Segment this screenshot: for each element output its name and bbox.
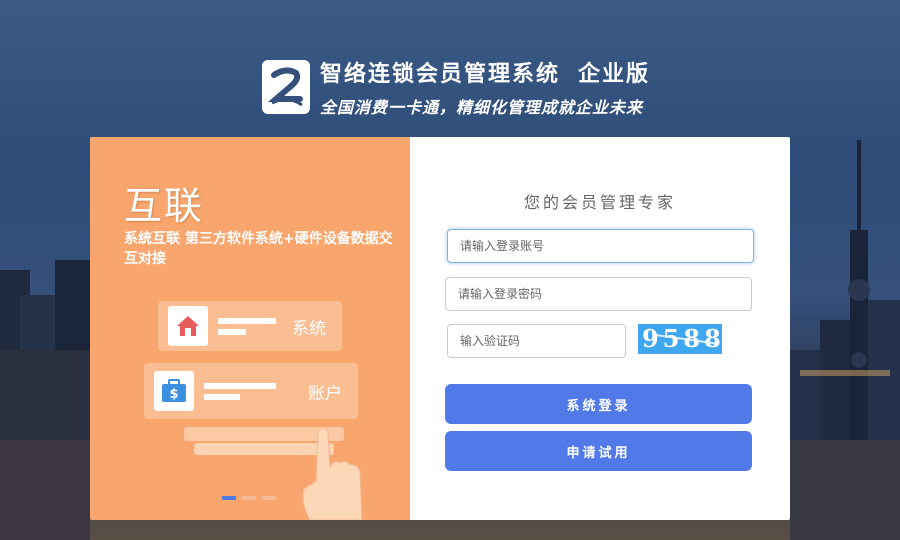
app-title: 智络连锁会员管理系统 xyxy=(320,62,561,87)
login-card: 互联 系统互联 第三方软件系统+硬件设备数据交互对接 系统 $ 账户 您的会员管… xyxy=(90,137,790,520)
wallet-icon-box: $ xyxy=(154,371,194,411)
pointing-hand-icon xyxy=(302,427,363,520)
svg-text:$: $ xyxy=(169,387,178,402)
logo-z-icon xyxy=(267,67,303,107)
promo-title: 互联 xyxy=(124,184,205,228)
promo-panel: 互联 系统互联 第三方软件系统+硬件设备数据交互对接 系统 $ 账户 xyxy=(90,137,410,520)
login-heading: 您的会员管理专家 xyxy=(523,193,676,212)
system-feature-card: 系统 xyxy=(158,301,342,351)
account-card-label: 账户 xyxy=(308,383,342,404)
edition-label: 企业版 xyxy=(578,62,651,87)
brand-header: 智络连锁会员管理系统 企业版 全国消费一卡通，精细化管理成就企业未来 xyxy=(262,56,650,118)
home-icon xyxy=(177,316,199,336)
apply-trial-button[interactable]: 申请试用 xyxy=(445,431,752,471)
login-form-panel: 您的会员管理专家 9588 系统登录 申请试用 xyxy=(410,137,790,520)
carousel-dot-1[interactable] xyxy=(222,496,236,500)
password-input[interactable] xyxy=(445,277,752,311)
company-logo xyxy=(262,60,310,114)
system-card-label: 系统 xyxy=(292,318,326,339)
account-feature-card: $ 账户 xyxy=(144,363,358,419)
brand-slogan: 全国消费一卡通，精细化管理成就企业未来 xyxy=(320,98,644,117)
account-input[interactable] xyxy=(447,229,754,263)
carousel-indicator xyxy=(222,496,276,500)
carousel-dot-2[interactable] xyxy=(242,496,256,500)
home-icon-box xyxy=(168,306,208,346)
login-button[interactable]: 系统登录 xyxy=(445,384,752,424)
captcha-input[interactable] xyxy=(447,324,626,358)
promo-description: 系统互联 第三方软件系统+硬件设备数据交互对接 xyxy=(124,231,393,267)
dollar-bag-icon: $ xyxy=(162,379,186,402)
carousel-dot-3[interactable] xyxy=(262,496,276,500)
captcha-image[interactable]: 9588 xyxy=(638,324,722,354)
